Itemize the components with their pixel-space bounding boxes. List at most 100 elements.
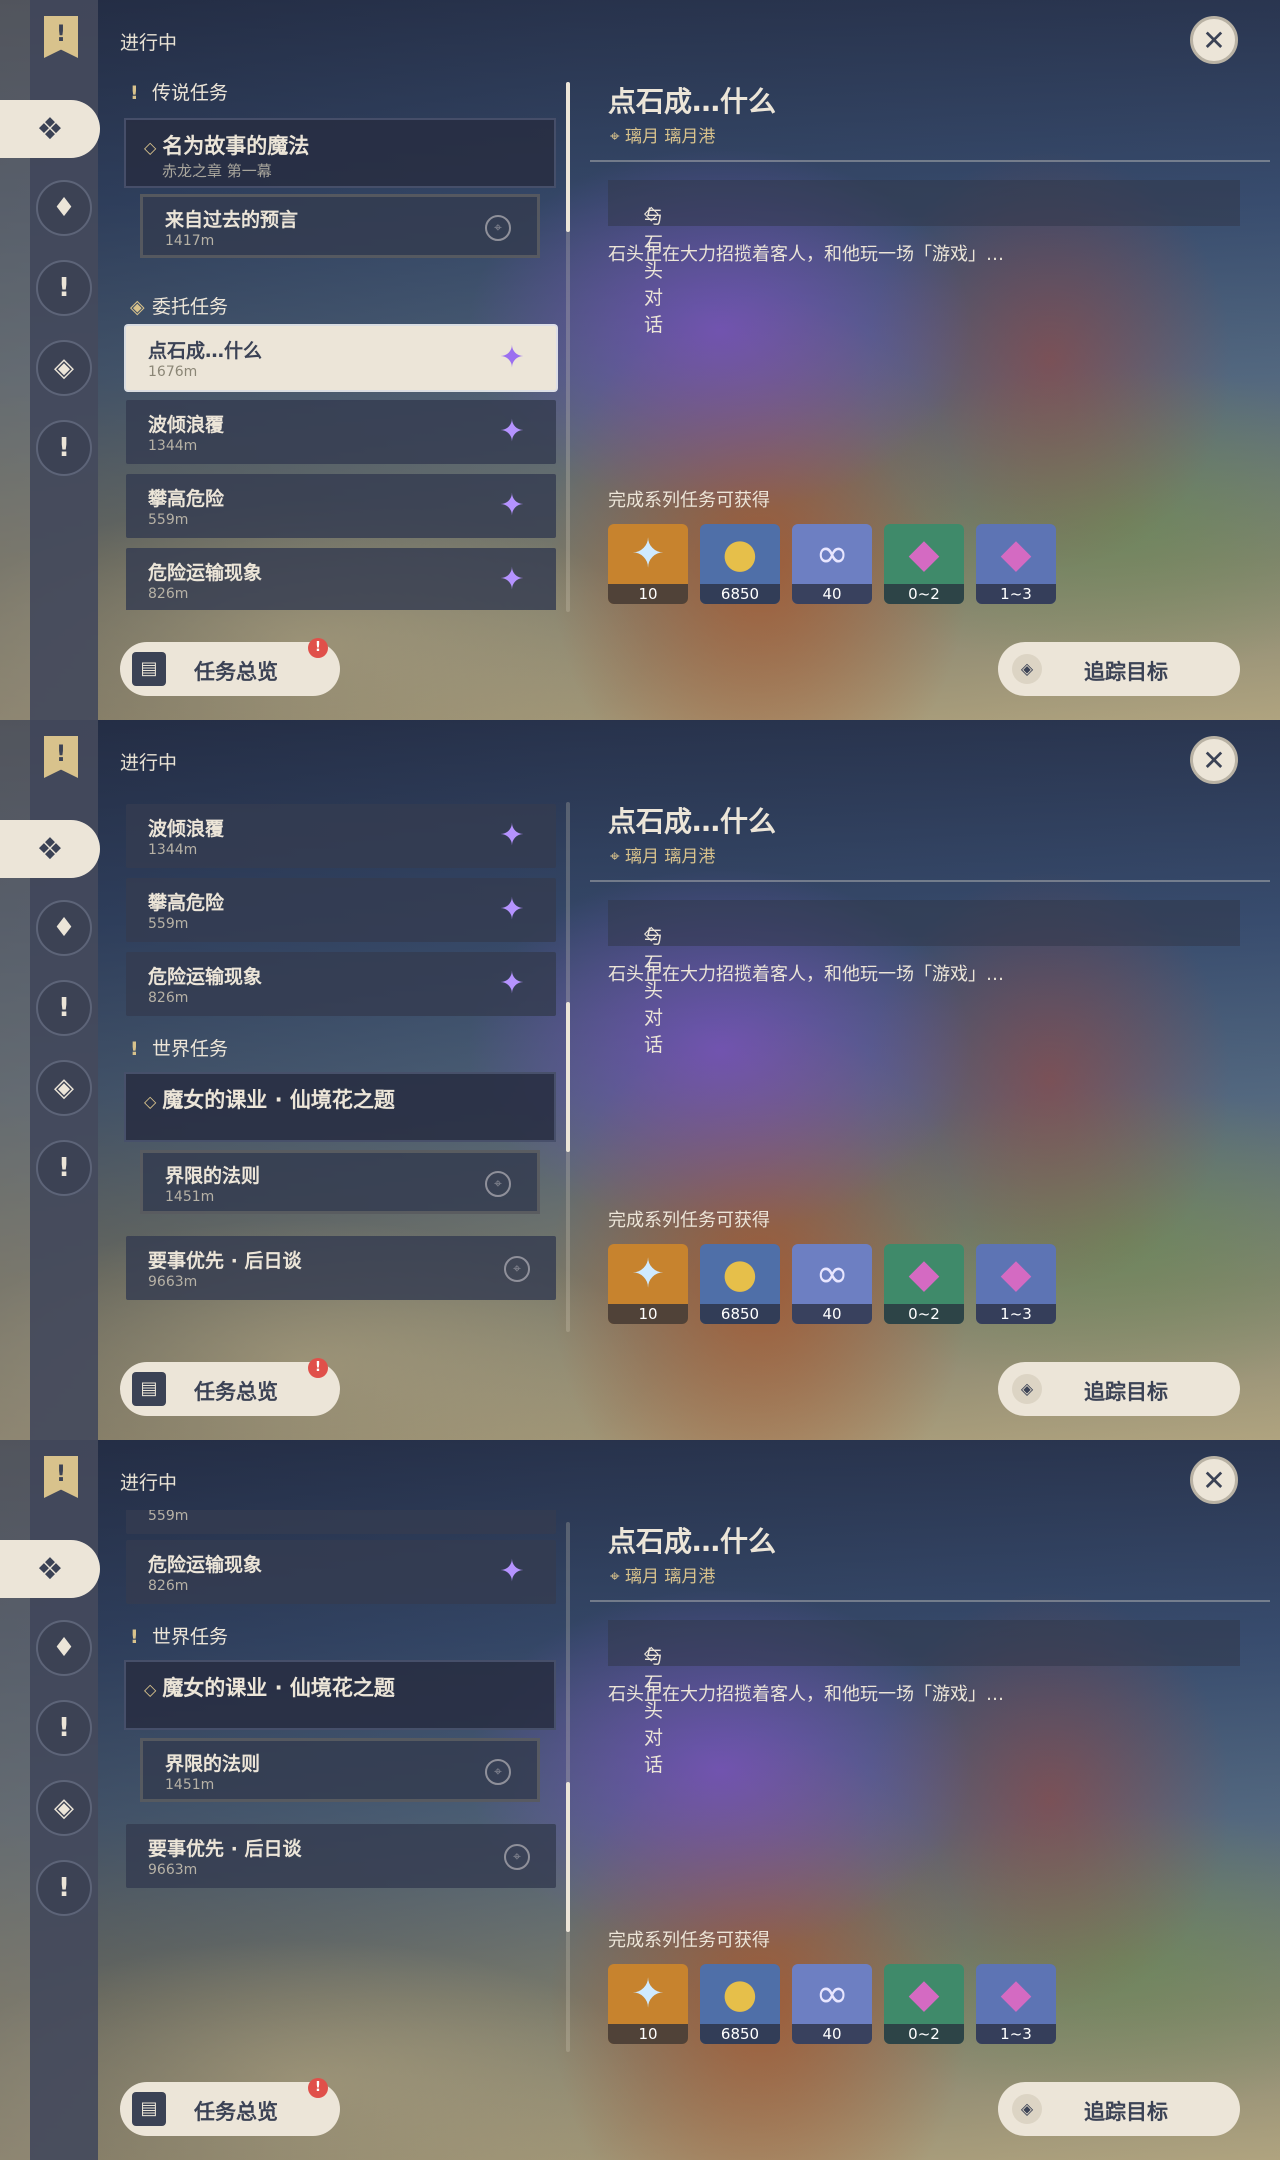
quest-parent-world[interactable]: ◇ 魔女的课业 · 仙境花之题 [124,1660,556,1730]
commission-star-icon: ✦ [499,414,525,449]
reward-item[interactable]: ◆ 1~3 [976,1244,1056,1324]
status-label: 进行中 [120,752,178,774]
rail-all-quests-button[interactable]: ❖ [0,100,100,158]
reward-quantity: 6850 [700,584,780,604]
map-pin-icon[interactable]: ⌖ [504,1844,530,1870]
reward-item[interactable]: ∞ 40 [792,1244,872,1324]
quest-parent-legend[interactable]: ◇ 名为故事的魔法 赤龙之章 第一幕 [124,118,556,188]
quest-list[interactable]: 559m 危险运输现象 826m ✦ ! 世界任务 ◇ 魔女的课业 · 仙境花之题 … [120,1510,560,2050]
rail-all-quests-button[interactable]: ❖ [0,820,100,878]
quest-overview-button[interactable]: ▤ 任务总览 ! [120,638,340,696]
map-pin-icon[interactable]: ⌖ [485,1759,511,1785]
rail-world-button[interactable]: ! [36,1140,92,1196]
scroll-thumb[interactable] [566,82,570,232]
close-button[interactable]: ✕ [1190,1456,1238,1504]
reward-item[interactable]: ✦ 10 [608,524,688,604]
quest-list-scrollbar[interactable] [566,1522,570,2052]
reward-item[interactable]: ◆ 1~3 [976,524,1056,604]
rail-archon-button[interactable]: ♦ [36,180,92,236]
commission-star-icon: ✦ [499,340,525,375]
quest-item-world-child[interactable]: 界限的法则 1451m ⌖ [140,1738,540,1802]
companionship-exp-icon: ∞ [815,1971,849,2017]
quest-list[interactable]: 波倾浪覆 1344m ✦ 攀高危险 559m ✦ 危险运输现象 826m ✦ !… [120,790,560,1330]
quest-item[interactable]: 危险运输现象 826m ✦ [126,548,556,610]
quest-item[interactable]: 攀高危险 559m ✦ [126,474,556,538]
quest-step: ◇ 与石头对话 [608,900,1240,1056]
reward-item[interactable]: ◆ 0~2 [884,1964,964,2044]
quest-item[interactable]: 波倾浪覆 1344m ✦ [126,804,556,868]
scroll-thumb[interactable] [566,1782,570,1932]
quest-item-legend-child[interactable]: 来自过去的预言 1417m ⌖ [140,194,540,258]
rail-world-button[interactable]: ! [36,420,92,476]
diamond-icon: ◇ [144,1092,157,1111]
detail-location: ⌖ 璃月 璃月港 [610,847,716,867]
reward-quantity: 40 [792,1304,872,1324]
quest-list-scrollbar[interactable] [566,82,570,612]
track-target-button[interactable]: ◈ 追踪目标 [998,1362,1240,1416]
rail-all-quests-button[interactable]: ❖ [0,1540,100,1598]
quest-item[interactable]: 危险运输现象 826m ✦ [126,1540,556,1604]
quest-item[interactable]: 攀高危险 559m ✦ [126,878,556,942]
close-button[interactable]: ✕ [1190,16,1238,64]
commission-star-icon: ✦ [499,488,525,523]
quest-item[interactable]: 要事优先 · 后日谈 9663m ⌖ [126,1236,556,1300]
primogem-icon: ✦ [631,1251,665,1297]
close-icon: ✕ [1202,23,1226,57]
reward-item[interactable]: ● 6850 [700,524,780,604]
notification-badge: ! [308,1358,328,1378]
reward-item[interactable]: ◆ 0~2 [884,1244,964,1324]
reward-item[interactable]: ✦ 10 [608,1964,688,2044]
reward-item[interactable]: ● 6850 [700,1244,780,1324]
close-button[interactable]: ✕ [1190,736,1238,784]
quest-step: ◇ 与石头对话 [608,180,1240,336]
quest-parent-world[interactable]: ◇ 魔女的课业 · 仙境花之题 [124,1072,556,1142]
all-quests-icon: ❖ [36,111,64,147]
rewards-row: ✦ 10 ● 6850 ∞ 40 ◆ 0~2 ◆ 1~3 [608,1964,1068,2044]
rewards-label: 完成系列任务可获得 [608,1930,770,1951]
quest-item[interactable]: 波倾浪覆 1344m ✦ [126,400,556,464]
archon-quest-icon: ♦ [52,193,76,223]
quest-item-partial[interactable]: 559m [126,1510,556,1534]
quest-list-scrollbar[interactable] [566,802,570,1332]
quest-list[interactable]: ! 传说任务 ◇ 名为故事的魔法 赤龙之章 第一幕 来自过去的预言 1417m ⌖ … [120,70,560,610]
scroll-thumb[interactable] [566,1002,570,1152]
commission-diamond-icon: ◈ [130,296,145,318]
reward-item[interactable]: ✦ 10 [608,1244,688,1324]
rail-commission-button[interactable]: ◈ [36,1780,92,1836]
reward-item[interactable]: ∞ 40 [792,1964,872,2044]
rail-archon-button[interactable]: ♦ [36,900,92,956]
all-quests-icon: ❖ [36,1551,64,1587]
divider [590,160,1270,162]
mora-coin-icon: ● [722,1251,758,1297]
quest-overview-button[interactable]: ▤ 任务总览 ! [120,2078,340,2136]
quest-item-world-child[interactable]: 界限的法则 1451m ⌖ [140,1150,540,1214]
quest-overview-button[interactable]: ▤ 任务总览 ! [120,1358,340,1416]
rail-commission-button[interactable]: ◈ [36,1060,92,1116]
rail-story-button[interactable]: ! [36,260,92,316]
track-target-button[interactable]: ◈ 追踪目标 [998,642,1240,696]
reward-item[interactable]: ● 6850 [700,1964,780,2044]
rail-commission-button[interactable]: ◈ [36,340,92,396]
quest-item-selected[interactable]: 点石成…什么 1676m ✦ [126,326,556,390]
exclamation-icon: ! [58,1713,70,1743]
reward-quantity: 10 [608,584,688,604]
close-icon: ✕ [1202,743,1226,777]
exclamation-icon: ! [130,1038,139,1060]
reward-quantity: 6850 [700,2024,780,2044]
map-pin-icon[interactable]: ⌖ [485,1171,511,1197]
track-target-button[interactable]: ◈ 追踪目标 [998,2082,1240,2136]
map-pin-icon[interactable]: ⌖ [485,215,511,241]
commission-star-icon: ✦ [499,818,525,853]
rail-story-button[interactable]: ! [36,980,92,1036]
rail-archon-button[interactable]: ♦ [36,1620,92,1676]
reward-item[interactable]: ∞ 40 [792,524,872,604]
quest-item[interactable]: 危险运输现象 826m ✦ [126,952,556,1016]
quest-item[interactable]: 要事优先 · 后日谈 9663m ⌖ [126,1824,556,1888]
rail-world-button[interactable]: ! [36,1860,92,1916]
section-world: ! 世界任务 [130,1626,229,1648]
reward-quantity: 0~2 [884,1304,964,1324]
rail-story-button[interactable]: ! [36,1700,92,1756]
reward-item[interactable]: ◆ 1~3 [976,1964,1056,2044]
map-pin-icon[interactable]: ⌖ [504,1256,530,1282]
reward-item[interactable]: ◆ 0~2 [884,524,964,604]
